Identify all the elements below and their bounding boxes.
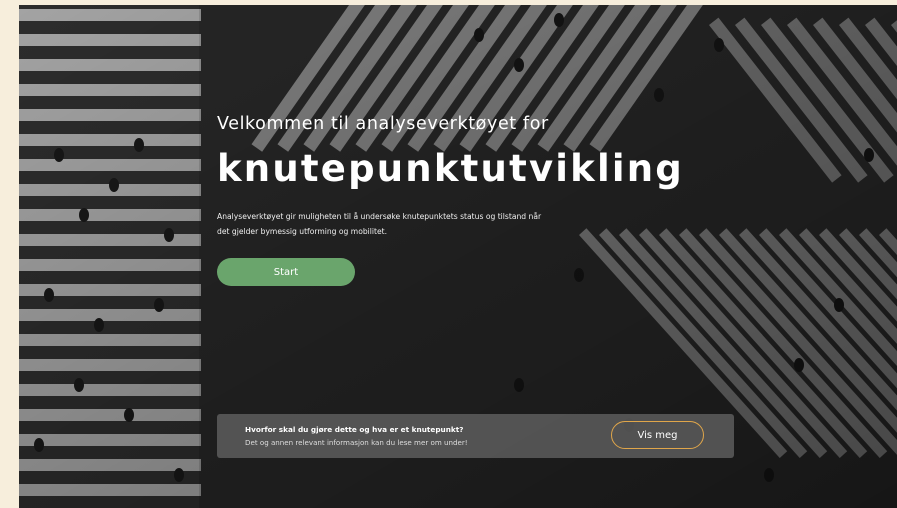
page-title: knutepunktutvikling — [217, 147, 684, 190]
vis-meg-button[interactable]: Vis meg — [611, 421, 704, 449]
welcome-text: Velkommen til analyseverktøyet for — [217, 114, 549, 134]
info-title: Hvorfor skal du gjøre dette og hva er et… — [245, 425, 464, 434]
hero-description: Analyseverktøyet gir muligheten til å un… — [217, 212, 542, 236]
start-button[interactable]: Start — [217, 258, 355, 286]
hero-section: Velkommen til analyseverktøyet for knute… — [19, 5, 897, 508]
info-subtitle: Det og annen relevant informasjon kan du… — [245, 438, 468, 447]
info-banner: Hvorfor skal du gjøre dette og hva er et… — [217, 414, 734, 458]
hero-text-block: Velkommen til analyseverktøyet for knute… — [217, 113, 777, 239]
